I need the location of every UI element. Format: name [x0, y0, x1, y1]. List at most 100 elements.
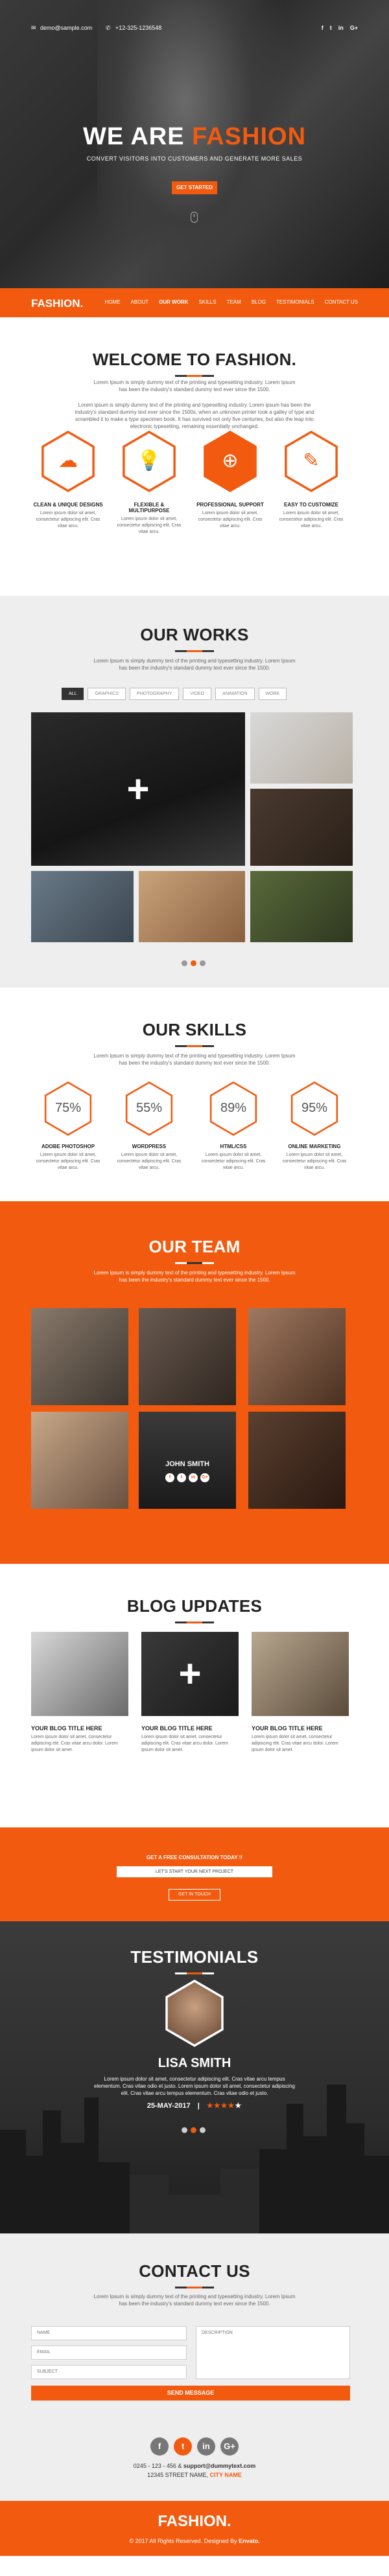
skill-value: 55%: [136, 1101, 163, 1115]
nav-item-blog[interactable]: BLOG: [252, 299, 266, 305]
team-member-photo[interactable]: [139, 1308, 236, 1405]
nav-item-contact-us[interactable]: CONTACT US: [325, 299, 358, 305]
skill-desc: Lorem ipsum dolor sit amet, consectetur …: [201, 1153, 266, 1170]
pagination-dot[interactable]: [182, 960, 187, 966]
testimonial-meta: 25-MAY-2017 | ★★★★★: [0, 2101, 389, 2110]
get-in-touch-button[interactable]: GET IN TOUCH: [169, 1889, 220, 1901]
nav-item-about[interactable]: ABOUT: [131, 299, 149, 305]
nav-item-home[interactable]: HOME: [105, 299, 121, 305]
portfolio-item-fruits[interactable]: [250, 871, 353, 942]
twitter-icon[interactable]: t: [177, 1473, 186, 1482]
works-section: OUR WORKS Lorem Ipsum is simply dummy te…: [0, 596, 389, 988]
pagination-dot[interactable]: [182, 2127, 187, 2133]
facebook-icon[interactable]: f: [165, 1473, 174, 1482]
portfolio-item-rain[interactable]: [31, 871, 134, 942]
facebook-icon[interactable]: f: [322, 25, 324, 31]
send-message-button[interactable]: SEND MESSAGE: [31, 2386, 350, 2401]
filter-photography[interactable]: PHOTOGRAPHY: [130, 688, 180, 700]
blog-post[interactable]: YOUR BLOG TITLE HERE Lorem ipsum dolor s…: [252, 1632, 349, 1754]
nav-item-testimonials[interactable]: TESTIMONIALS: [276, 299, 314, 305]
team-member-photo[interactable]: [248, 1308, 346, 1405]
email-icon: ✉: [31, 25, 36, 31]
works-intro: Lorem Ipsum is simply dummy text of the …: [93, 658, 296, 671]
skill-title: HTML/CSS: [220, 1144, 247, 1149]
subject-field[interactable]: SUBJECT: [31, 2365, 187, 2379]
filter-work[interactable]: WORK: [258, 688, 287, 700]
description-field[interactable]: DESCRIPTION: [196, 2326, 350, 2379]
testimonial-separator: |: [197, 2102, 200, 2110]
blog-post[interactable]: + YOUR BLOG TITLE HERE Lorem ipsum dolor…: [141, 1632, 239, 1754]
skill-wordpress: 55% WORDPRESS Lorem ipsum dolor sit amet…: [117, 1081, 182, 1171]
plus-icon[interactable]: +: [119, 769, 158, 809]
works-title: OUR WORKS: [140, 625, 249, 644]
filter-all[interactable]: ALL: [62, 688, 84, 700]
team-member-photo[interactable]: [31, 1308, 128, 1405]
facebook-icon[interactable]: f: [150, 2437, 169, 2456]
linkedin-icon[interactable]: in: [197, 2437, 215, 2456]
feature-desc: Lorem ipsum dolor sit amet, consectetur …: [117, 517, 182, 534]
cta-project-input[interactable]: LET'S START YOUR NEXT PROJECT: [117, 1866, 272, 1877]
nav-item-our-work[interactable]: OUR WORK: [159, 299, 188, 305]
twitter-icon[interactable]: t: [330, 25, 332, 31]
skill-hexagon: 95%: [290, 1081, 338, 1136]
linkedin-icon[interactable]: in: [189, 1473, 198, 1482]
contact-email[interactable]: support@dummytext.com: [183, 2463, 255, 2469]
scroll-mouse-icon[interactable]: [191, 212, 198, 223]
pagination-dot[interactable]: [200, 960, 206, 966]
hero-subtitle: CONVERT VISITORS INTO CUSTOMERS AND GENE…: [86, 155, 303, 162]
filter-video[interactable]: VIDEO: [183, 688, 212, 700]
footer-logo[interactable]: FASHION.: [0, 2513, 389, 2531]
nav-item-team[interactable]: TEAM: [227, 299, 241, 305]
blog-post[interactable]: YOUR BLOG TITLE HERE Lorem ipsum dolor s…: [31, 1632, 128, 1754]
topbar-phone[interactable]: +12-325-1236548: [115, 25, 161, 31]
nav-logo[interactable]: FASHION.: [31, 297, 83, 310]
get-started-button[interactable]: GET STARTED: [172, 181, 217, 194]
contact-info-line-1: 0245 - 123 - 456 & support@dummytext.com: [0, 2463, 389, 2469]
blog-post-image[interactable]: [31, 1632, 128, 1716]
pagination-dot-active[interactable]: [191, 960, 196, 966]
portfolio-item-watch[interactable]: [250, 712, 353, 784]
google-plus-icon[interactable]: G+: [200, 1473, 209, 1482]
blog-post-image[interactable]: +: [141, 1632, 239, 1716]
feature-hexagon: ✎: [285, 431, 338, 492]
plus-icon[interactable]: +: [171, 1655, 209, 1693]
portfolio-item-portrait[interactable]: [250, 789, 353, 866]
star-filled-icon: ★: [228, 2102, 235, 2110]
portfolio-item-headphones[interactable]: [139, 871, 245, 942]
filter-animation[interactable]: ANIMATION: [215, 688, 255, 700]
portfolio-item-featured[interactable]: +: [31, 712, 245, 866]
skills-intro: Lorem Ipsum is simply dummy text of the …: [93, 1053, 296, 1066]
feature-clean-designs: ☁ CLEAN & UNIQUE DESIGNS Lorem ipsum dol…: [32, 431, 104, 530]
team-member-photo[interactable]: [31, 1412, 128, 1509]
email-field[interactable]: EMAIL: [31, 2345, 187, 2360]
name-field[interactable]: NAME: [31, 2326, 187, 2340]
nav-item-skills[interactable]: SKILLS: [198, 299, 216, 305]
pagination-dot-active[interactable]: [191, 2127, 196, 2133]
team-member-photo[interactable]: [248, 1412, 346, 1509]
hero-title: WE ARE FASHION: [0, 123, 389, 151]
pencil-icon: ✎: [303, 450, 320, 471]
title-underline: [175, 1621, 214, 1623]
team-member-featured[interactable]: JOHN SMITH f t in G+: [139, 1412, 236, 1509]
google-plus-icon[interactable]: G+: [220, 2437, 239, 2456]
footer-copyright: © 2017 All Rights Reserved. Designed By …: [0, 2538, 389, 2544]
skill-title: WORDPRESS: [132, 1144, 167, 1149]
blog-post-image[interactable]: [252, 1632, 349, 1716]
blog-post-title[interactable]: YOUR BLOG TITLE HERE: [141, 1725, 239, 1732]
topbar-email[interactable]: demo@sample.com: [40, 25, 92, 31]
filter-graphics[interactable]: GRAPHICS: [88, 688, 126, 700]
designer-link[interactable]: Envato.: [239, 2538, 260, 2544]
twitter-icon[interactable]: t: [174, 2437, 192, 2456]
contact-social: f t in G+: [0, 2437, 389, 2456]
contact-intro: Lorem Ipsum is simply dummy text of the …: [93, 2294, 296, 2307]
feature-title: EASY TO CUSTOMIZE: [283, 502, 338, 508]
skill-desc: Lorem ipsum dolor sit amet, consectetur …: [36, 1153, 100, 1170]
main-navigation: FASHION. HOME ABOUT OUR WORK SKILLS TEAM…: [0, 288, 389, 317]
pagination-dot[interactable]: [200, 2127, 206, 2133]
google-plus-icon[interactable]: G+: [350, 25, 358, 31]
linkedin-icon[interactable]: in: [338, 25, 344, 31]
blog-post-title[interactable]: YOUR BLOG TITLE HERE: [31, 1725, 128, 1732]
blog-post-title[interactable]: YOUR BLOG TITLE HERE: [252, 1725, 349, 1732]
contact-info-line-2: 12345 STREET NAME, CITY NAME: [0, 2472, 389, 2478]
testimonial-quote: Lorem ipsum dolor sit amet, consectetur …: [94, 2076, 295, 2096]
